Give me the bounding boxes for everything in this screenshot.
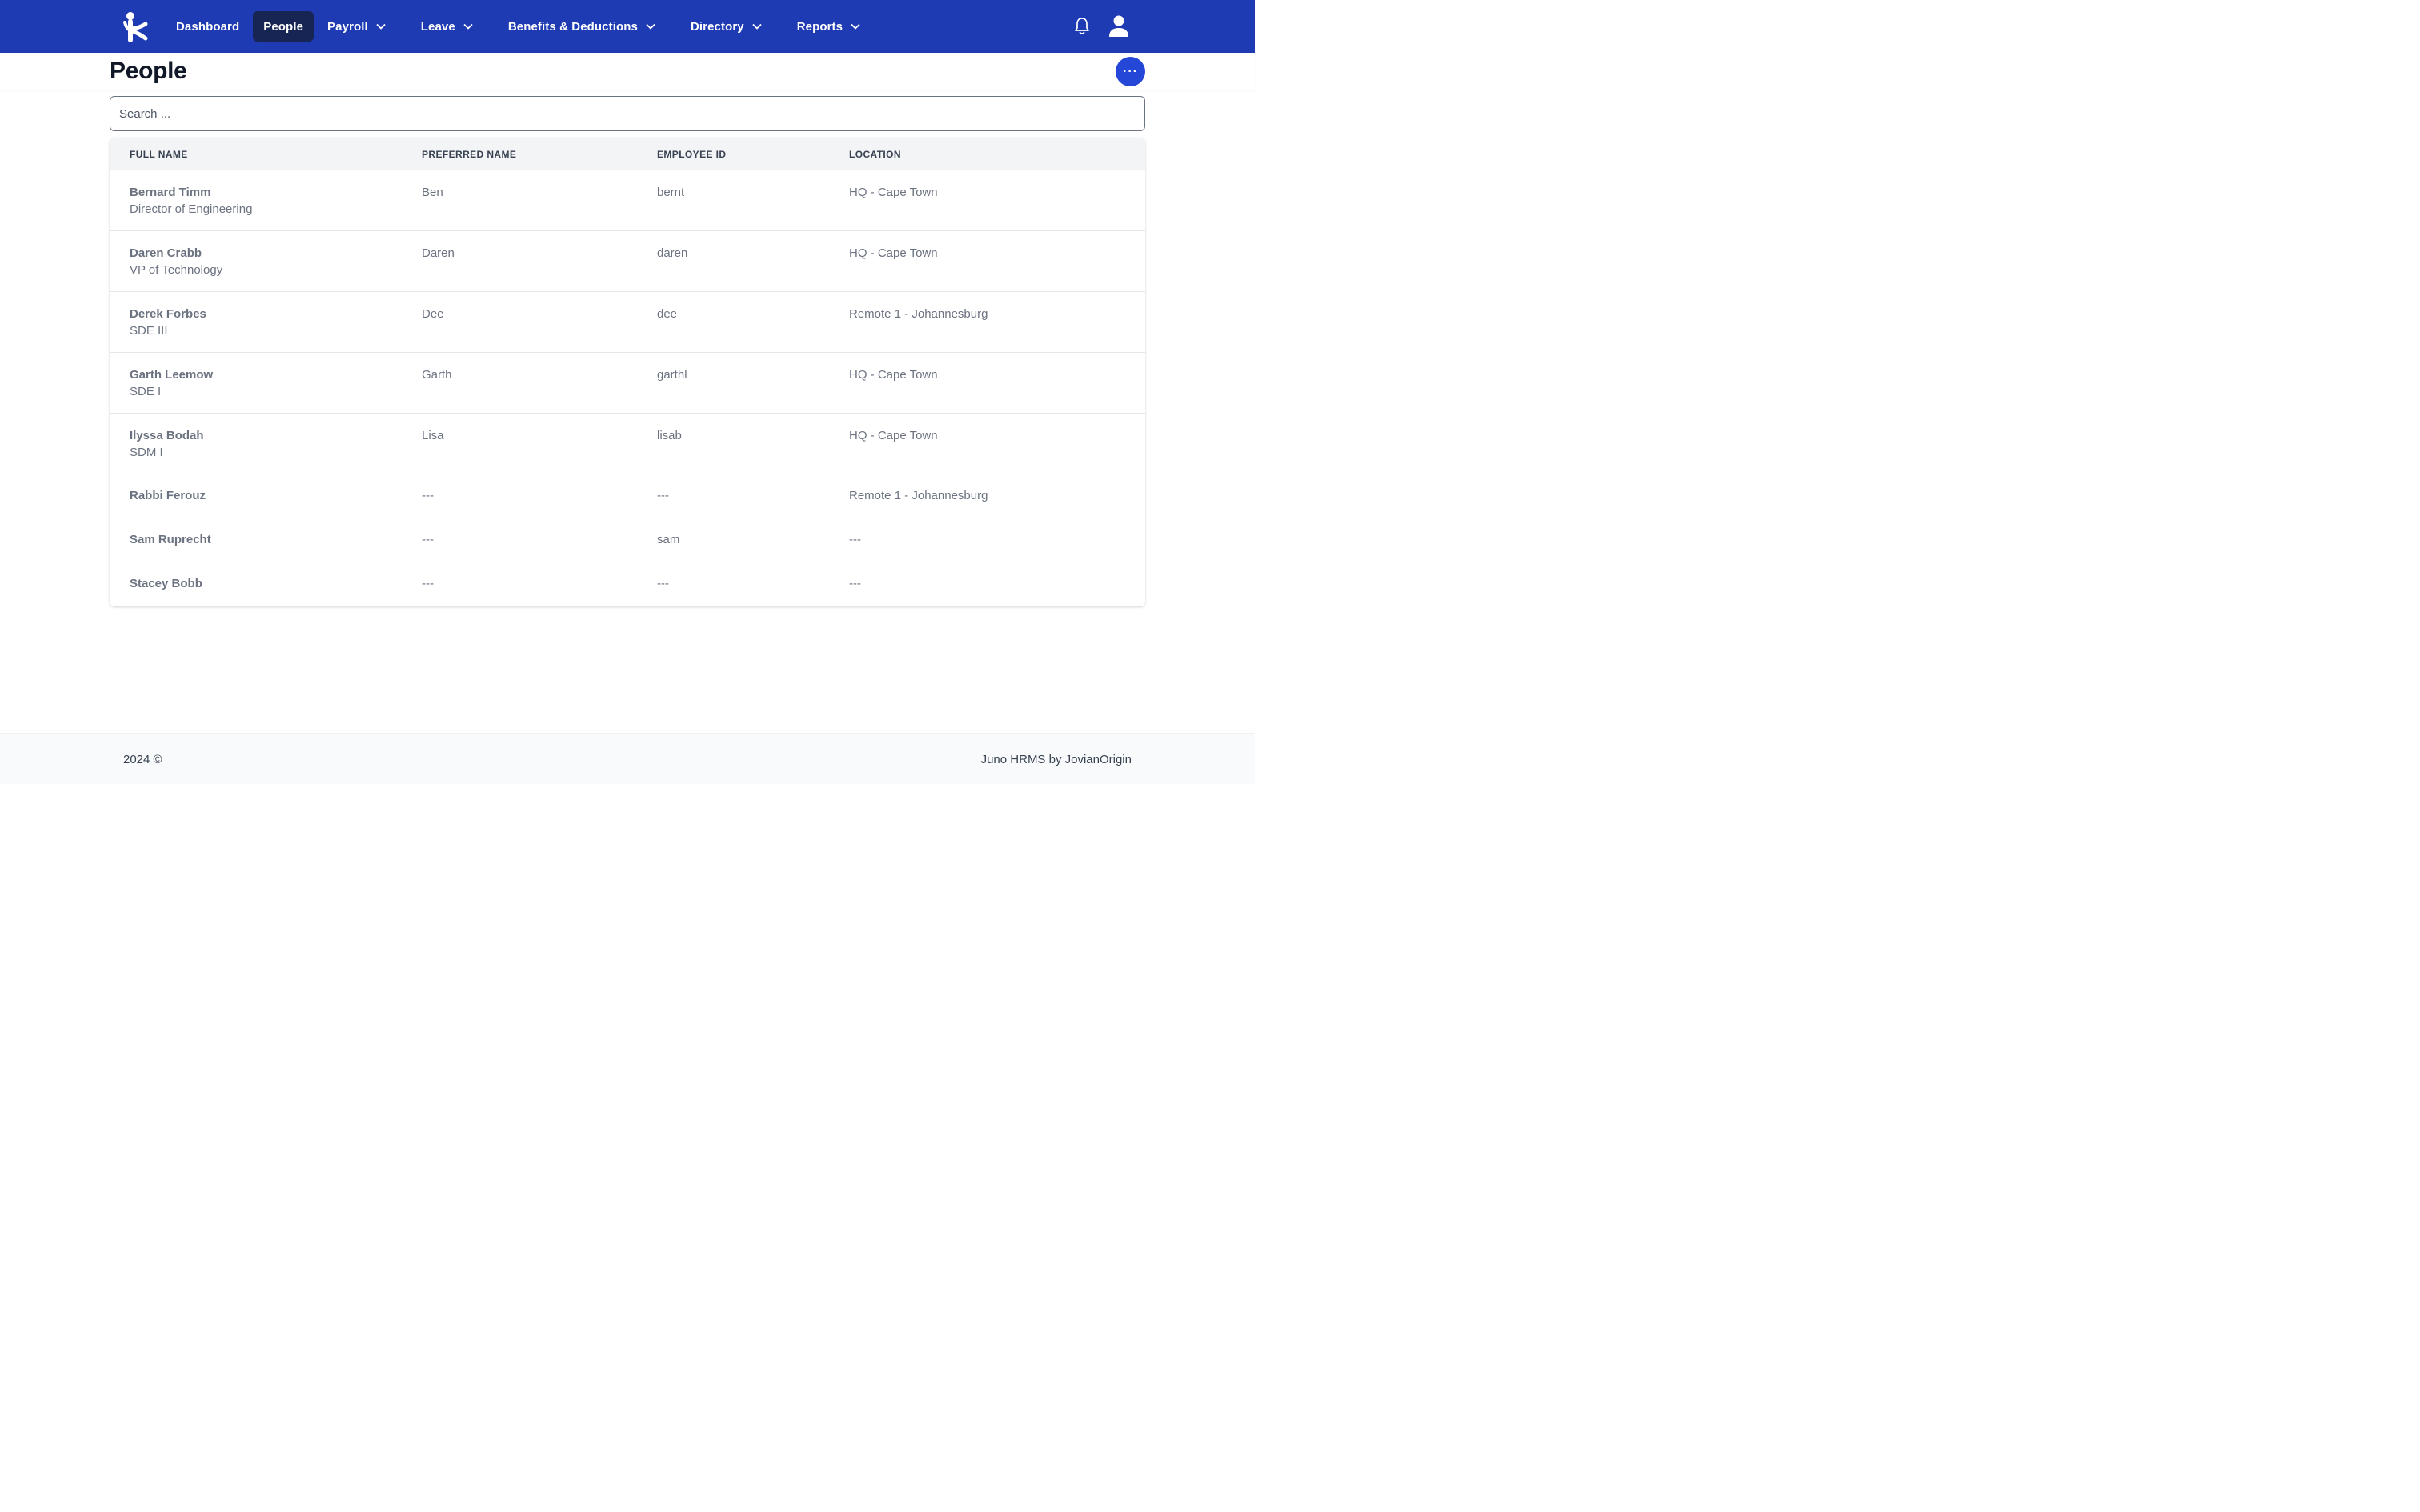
nav-item-label: Leave [420,19,455,34]
nav-item-label: Directory [690,19,744,34]
table-row[interactable]: Sam Ruprecht --- sam --- [110,518,1145,562]
table-row[interactable]: Stacey Bobb --- --- --- [110,562,1145,606]
preferred-name: --- [422,489,434,502]
table-row[interactable]: Bernard Timm Director of Engineering Ben… [110,170,1145,231]
user-icon[interactable] [1108,14,1129,38]
nav-item-payroll[interactable]: Payroll [317,11,396,42]
preferred-name: Daren [422,246,455,260]
more-options-button[interactable]: ··· [1116,57,1145,86]
location: HQ - Cape Town [849,368,938,382]
job-title: SDE III [130,324,168,338]
location: Remote 1 - Johannesburg [849,307,988,321]
nav-item-directory[interactable]: Directory [680,11,772,42]
column-header-preferred-name[interactable]: PREFERRED NAME [422,149,516,160]
nav-item-label: Dashboard [176,19,240,34]
employee-id: --- [657,489,669,502]
copyright-text: 2024 © [123,753,162,766]
table-row[interactable]: Garth Leemow SDE I Garth garthl HQ - Cap… [110,353,1145,414]
job-title: VP of Technology [130,263,223,277]
chevron-down-icon [463,23,473,30]
full-name: Derek Forbes [130,307,206,321]
preferred-name: Ben [422,186,443,199]
more-icon: ··· [1123,64,1138,78]
location: HQ - Cape Town [849,429,938,442]
table-row[interactable]: Ilyssa Bodah SDM I Lisa lisab HQ - Cape … [110,414,1145,474]
location: --- [849,533,861,546]
juno-logo-icon[interactable] [122,11,150,42]
full-name: Garth Leemow [130,368,214,382]
nav-item-people[interactable]: People [253,11,315,42]
employee-id: garthl [657,368,687,382]
footer-credit: Juno HRMS by JovianOrigin [980,753,1132,766]
nav-item-label: People [263,19,304,34]
chevron-down-icon [376,23,386,30]
nav-item-dashboard[interactable]: Dashboard [166,11,250,42]
preferred-name: --- [422,533,434,546]
full-name: Rabbi Ferouz [130,489,206,502]
preferred-name: Lisa [422,429,444,442]
full-name: Sam Ruprecht [130,533,211,546]
location: Remote 1 - Johannesburg [849,489,988,502]
full-name: Stacey Bobb [130,577,202,590]
employee-id: --- [657,577,669,590]
bell-icon[interactable] [1072,16,1092,37]
employee-id: dee [657,307,678,321]
employee-id: bernt [657,186,685,199]
nav-item-leave[interactable]: Leave [411,11,483,42]
nav-item-label: Reports [796,19,843,34]
column-header-employee-id[interactable]: EMPLOYEE ID [657,149,726,160]
job-title: SDE I [130,385,162,398]
full-name: Ilyssa Bodah [130,429,204,442]
nav-item-benefits-deductions[interactable]: Benefits & Deductions [498,11,666,42]
table-row[interactable]: Derek Forbes SDE III Dee dee Remote 1 - … [110,292,1145,353]
chevron-down-icon [851,23,860,30]
page-header: People ··· [0,53,1255,90]
table-row[interactable]: Rabbi Ferouz --- --- Remote 1 - Johannes… [110,474,1145,518]
location: HQ - Cape Town [849,186,938,199]
job-title: SDM I [130,446,163,459]
preferred-name: --- [422,577,434,590]
page-title: People [110,58,187,84]
nav-item-reports[interactable]: Reports [787,11,871,42]
table-header: FULL NAME PREFERRED NAME EMPLOYEE ID LOC… [110,138,1145,170]
employee-id: daren [657,246,688,260]
top-navigation-bar: Dashboard People Payroll Leave Benefits … [0,0,1255,53]
search-input[interactable] [110,96,1145,131]
nav-item-label: Benefits & Deductions [507,19,638,34]
nav-item-label: Payroll [327,19,368,34]
job-title: Director of Engineering [130,202,253,216]
preferred-name: Garth [422,368,452,382]
location: HQ - Cape Town [849,246,938,260]
full-name: Bernard Timm [130,186,211,199]
column-header-location[interactable]: LOCATION [849,149,901,160]
nav-menu: Dashboard People Payroll Leave Benefits … [166,11,885,42]
page: Dashboard People Payroll Leave Benefits … [0,0,1255,784]
chevron-down-icon [752,23,762,30]
people-table: FULL NAME PREFERRED NAME EMPLOYEE ID LOC… [110,138,1145,606]
full-name: Daren Crabb [130,246,202,260]
location: --- [849,577,861,590]
chevron-down-icon [646,23,655,30]
employee-id: sam [657,533,680,546]
column-header-full-name[interactable]: FULL NAME [130,149,188,160]
employee-id: lisab [657,429,682,442]
footer: 2024 © Juno HRMS by JovianOrigin [0,733,1255,784]
table-row[interactable]: Daren Crabb VP of Technology Daren daren… [110,231,1145,292]
preferred-name: Dee [422,307,444,321]
